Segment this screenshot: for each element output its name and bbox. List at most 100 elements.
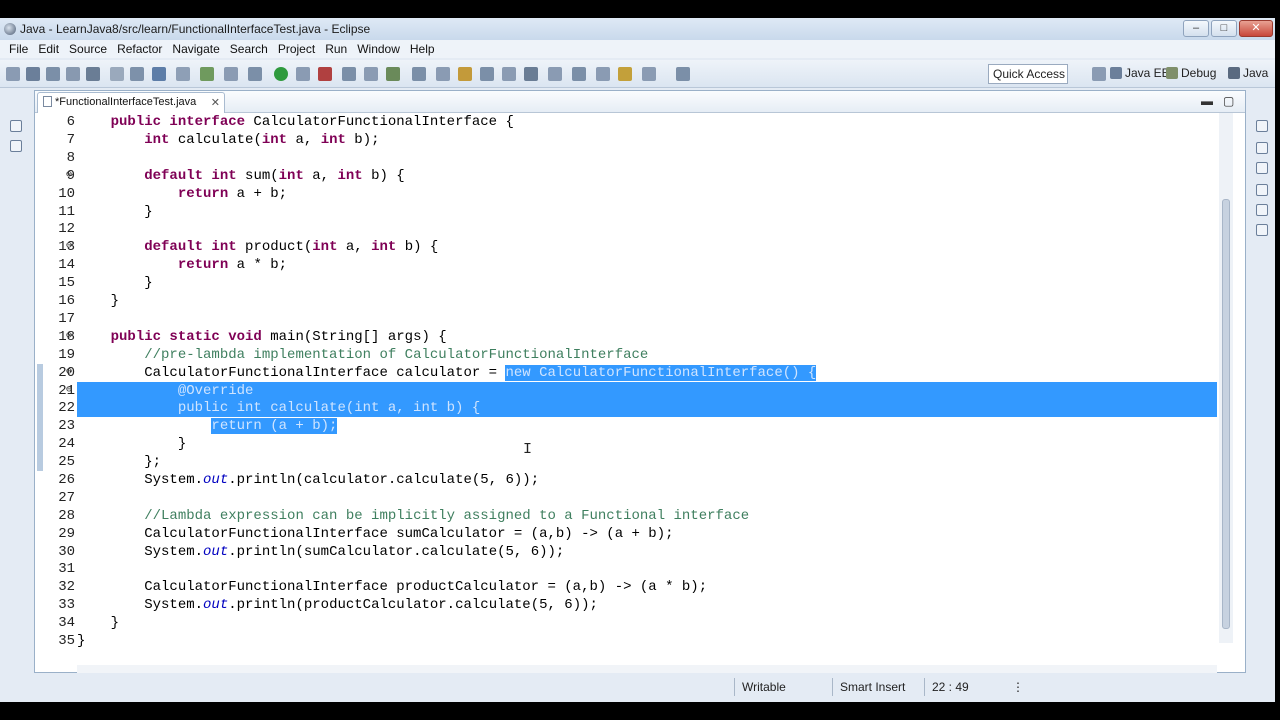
minimize-editor-icon[interactable]: ▬ <box>1201 94 1213 108</box>
minimize-window-button[interactable]: – <box>1183 20 1209 37</box>
code-line[interactable]: 21 ⊖ @Override <box>35 382 1217 400</box>
code-line[interactable]: 28 //Lambda expression can be implicitly… <box>35 507 1217 525</box>
fold-toggle-icon[interactable]: ⊖ <box>66 167 72 185</box>
menu-navigate[interactable]: Navigate <box>167 40 224 58</box>
back-icon[interactable] <box>642 67 656 81</box>
code-line[interactable]: 33 System.out.println(productCalculator.… <box>35 596 1217 614</box>
open-folder-icon[interactable] <box>458 67 472 81</box>
perspective-java-ee[interactable]: Java EE <box>1110 66 1170 80</box>
print-icon[interactable] <box>86 67 100 81</box>
new-icon[interactable] <box>6 67 20 81</box>
debug-icon[interactable] <box>200 67 214 81</box>
last-edit-location-icon[interactable] <box>618 67 632 81</box>
maximize-window-button[interactable]: □ <box>1211 20 1237 37</box>
new-package-icon[interactable] <box>364 67 378 81</box>
menu-refactor[interactable]: Refactor <box>112 40 167 58</box>
debug-dropdown-icon[interactable] <box>224 67 238 81</box>
code-line[interactable]: 19 //pre-lambda implementation of Calcul… <box>35 346 1217 364</box>
code-line[interactable]: 35} <box>35 632 1217 650</box>
package-explorer-icon[interactable] <box>10 140 22 152</box>
fold-toggle-icon[interactable]: ⊖ <box>66 364 72 382</box>
menu-edit[interactable]: Edit <box>33 40 64 58</box>
code-line[interactable]: 20 ⊖ CalculatorFunctionalInterface calcul… <box>35 364 1217 382</box>
code-line[interactable]: 13 ⊖ default int product(int a, int b) { <box>35 238 1217 256</box>
menu-source[interactable]: Source <box>64 40 112 58</box>
menu-run[interactable]: Run <box>320 40 352 58</box>
code-line[interactable]: 7 int calculate(int a, int b); <box>35 131 1217 149</box>
restore-outline-icon[interactable] <box>1256 120 1268 132</box>
coverage-icon[interactable] <box>248 67 262 81</box>
code-line[interactable]: 6 public interface CalculatorFunctionalI… <box>35 113 1217 131</box>
maximize-editor-icon[interactable]: ▢ <box>1223 94 1234 108</box>
save-icon[interactable] <box>46 67 60 81</box>
code-line[interactable]: 24 } <box>35 435 1217 453</box>
code-line[interactable]: 22 public int calculate(int a, int b) { <box>35 399 1217 417</box>
code-line[interactable]: 14 return a * b; <box>35 256 1217 274</box>
server-icon[interactable] <box>436 67 450 81</box>
run-icon[interactable] <box>274 67 288 81</box>
code-line[interactable]: 18 ⊖ public static void main(String[] arg… <box>35 328 1217 346</box>
open-console-icon[interactable] <box>412 67 426 81</box>
code-line[interactable]: 29 CalculatorFunctionalInterface sumCalc… <box>35 525 1217 543</box>
external-tools-icon[interactable] <box>318 67 332 81</box>
code-line[interactable]: 31 <box>35 560 1217 578</box>
open-perspective-icon[interactable] <box>1092 67 1106 81</box>
restore-view-icon[interactable] <box>10 120 22 132</box>
code-line[interactable]: 26 System.out.println(calculator.calcula… <box>35 471 1217 489</box>
close-window-button[interactable]: ✕ <box>1239 20 1273 37</box>
code-line[interactable]: 15 } <box>35 274 1217 292</box>
forward-icon[interactable] <box>676 67 690 81</box>
status-insert-mode[interactable]: Smart Insert <box>840 680 905 694</box>
quick-access-field[interactable]: Quick Access <box>988 64 1068 84</box>
menu-file[interactable]: File <box>4 40 33 58</box>
close-tab-icon[interactable]: ✕ <box>211 96 220 109</box>
fold-toggle-icon[interactable]: ⊖ <box>66 382 72 400</box>
outline-icon[interactable] <box>1256 142 1268 154</box>
menu-help[interactable]: Help <box>405 40 440 58</box>
web-browser-icon[interactable] <box>480 67 494 81</box>
code-line[interactable]: 8 <box>35 149 1217 167</box>
fold-toggle-icon[interactable]: ⊖ <box>66 328 72 346</box>
save-all-icon[interactable] <box>66 67 80 81</box>
console-icon[interactable] <box>1256 224 1268 236</box>
code-line[interactable]: 10 return a + b; <box>35 185 1217 203</box>
show-whitespace-icon[interactable] <box>524 67 538 81</box>
next-annotation-icon[interactable] <box>572 67 586 81</box>
problems-icon[interactable] <box>1256 184 1268 196</box>
menu-window[interactable]: Window <box>352 40 405 58</box>
tab-functional-interface-test[interactable]: *FunctionalInterfaceTest.java ✕ <box>37 92 225 113</box>
toggle-mark-icon[interactable] <box>502 67 516 81</box>
code-area[interactable]: 6 public interface CalculatorFunctionalI… <box>35 113 1245 665</box>
code-line[interactable]: 30 System.out.println(sumCalculator.calc… <box>35 543 1217 561</box>
previous-annotation-icon[interactable] <box>596 67 610 81</box>
status-menu-icon[interactable]: ⋮ <box>1012 680 1024 694</box>
code-line[interactable]: 25 }; <box>35 453 1217 471</box>
code-line[interactable]: 9 ⊖ default int sum(int a, int b) { <box>35 167 1217 185</box>
skip-breakpoints-icon[interactable] <box>176 67 190 81</box>
perspective-java[interactable]: Java <box>1228 66 1268 80</box>
open-type-icon[interactable] <box>110 67 124 81</box>
javadoc-icon[interactable] <box>1256 204 1268 216</box>
vertical-scrollbar-thumb[interactable] <box>1222 199 1230 629</box>
block-selection-icon[interactable] <box>548 67 562 81</box>
fold-toggle-icon[interactable]: ⊖ <box>66 238 72 256</box>
code-line[interactable]: 17 <box>35 310 1217 328</box>
new-java-project-icon[interactable] <box>342 67 356 81</box>
open-task-icon[interactable] <box>130 67 144 81</box>
new-class-icon[interactable] <box>386 67 400 81</box>
code-line[interactable]: 34 } <box>35 614 1217 632</box>
search-icon[interactable] <box>152 67 166 81</box>
code-line[interactable]: 11 } <box>35 203 1217 221</box>
run-dropdown-icon[interactable] <box>296 67 310 81</box>
horizontal-scrollbar[interactable] <box>77 665 1217 673</box>
menu-search[interactable]: Search <box>225 40 273 58</box>
code-line[interactable]: 32 CalculatorFunctionalInterface product… <box>35 578 1217 596</box>
code-line[interactable]: 27 <box>35 489 1217 507</box>
perspective-debug[interactable]: Debug <box>1166 66 1216 80</box>
new-dropdown-icon[interactable] <box>26 67 40 81</box>
code-line[interactable]: 16 } <box>35 292 1217 310</box>
code-line[interactable]: 12 <box>35 220 1217 238</box>
menu-project[interactable]: Project <box>273 40 320 58</box>
code-line[interactable]: 23 return (a + b); <box>35 417 1217 435</box>
task-list-icon[interactable] <box>1256 162 1268 174</box>
